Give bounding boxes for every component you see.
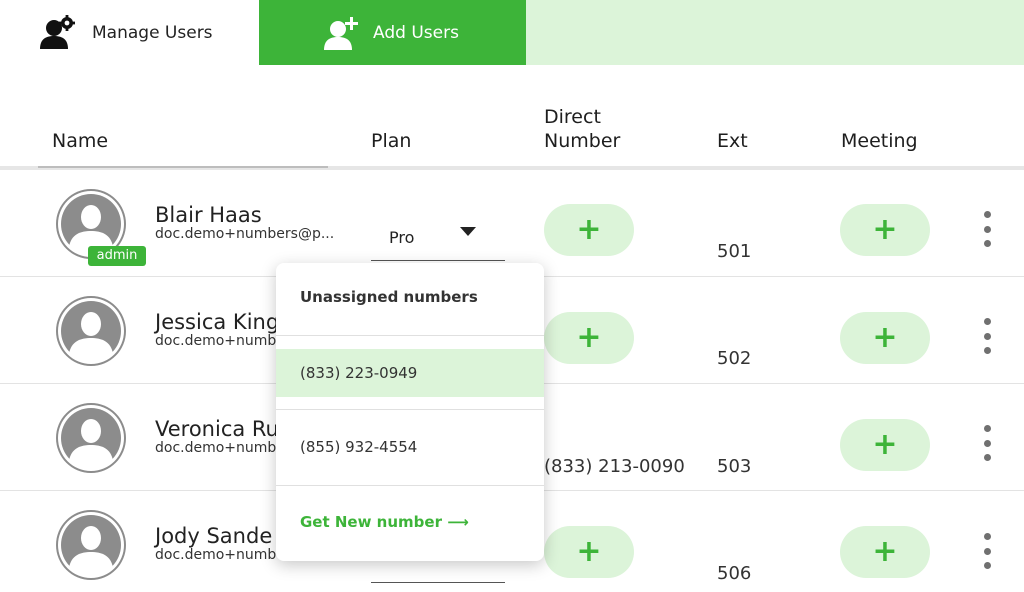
more-options-icon[interactable] (980, 425, 994, 461)
user-name: Blair Haas (155, 203, 262, 227)
unassigned-numbers-dropdown: Unassigned numbers (833) 223-0949 (855) … (276, 263, 544, 561)
get-new-number-link[interactable]: Get New number ⟶ (300, 513, 469, 531)
dropdown-option-number[interactable]: (855) 932-4554 (276, 423, 544, 471)
dropdown-option-number[interactable]: (833) 223-0949 (276, 349, 544, 397)
more-options-icon[interactable] (980, 318, 994, 354)
plan-select-underline (371, 582, 505, 583)
tab-add-users[interactable]: Add Users (259, 0, 526, 65)
user-silhouette-icon (58, 512, 124, 578)
dropdown-divider (276, 485, 544, 486)
avatar (56, 296, 126, 366)
add-meeting-button[interactable]: + (840, 526, 930, 578)
plan-select-value[interactable]: Pro (389, 228, 414, 247)
chevron-down-icon[interactable] (460, 227, 476, 236)
add-direct-number-button[interactable]: + (544, 204, 634, 256)
user-email: doc.demo+numbers@p... (155, 226, 335, 242)
user-name: Jessica King (155, 310, 280, 334)
header-divider-accent (38, 166, 328, 168)
user-ext: 506 (717, 563, 752, 584)
user-ext: 502 (717, 348, 752, 369)
dropdown-header: Unassigned numbers (300, 288, 478, 306)
add-meeting-button[interactable]: + (840, 419, 930, 471)
column-header-plan: Plan (371, 130, 412, 152)
add-direct-number-button[interactable]: + (544, 526, 634, 578)
user-ext: 503 (717, 456, 752, 477)
column-header-direct-line1: Direct (544, 106, 601, 128)
more-options-icon[interactable] (980, 533, 994, 569)
add-meeting-button[interactable]: + (840, 312, 930, 364)
add-meeting-button[interactable]: + (840, 204, 930, 256)
plus-icon: + (872, 427, 898, 462)
avatar (56, 510, 126, 580)
user-gear-icon (40, 14, 75, 49)
plus-icon: + (576, 534, 602, 569)
avatar (56, 403, 126, 473)
tab-add-users-label: Add Users (373, 22, 459, 43)
user-ext: 501 (717, 241, 752, 262)
column-header-direct-line2: Number (544, 130, 621, 152)
column-header-name: Name (52, 130, 109, 152)
add-user-icon (324, 16, 358, 50)
user-silhouette-icon (58, 405, 124, 471)
user-name: Jody Sande (155, 524, 273, 548)
tab-bar: Manage Users Add Users (0, 0, 1024, 65)
direct-number: (833) 213-0090 (544, 456, 685, 477)
column-header-ext: Ext (717, 130, 748, 152)
plus-icon: + (872, 212, 898, 247)
plan-select-underline (371, 260, 505, 261)
tab-bar-filler (526, 0, 1024, 65)
column-header-meeting: Meeting (841, 130, 918, 152)
tab-manage-users-label: Manage Users (92, 22, 213, 43)
plus-icon: + (576, 212, 602, 247)
user-name: Veronica Ru (155, 417, 279, 441)
plus-icon: + (872, 534, 898, 569)
dropdown-divider (276, 335, 544, 336)
plus-icon: + (576, 320, 602, 355)
plus-icon: + (872, 320, 898, 355)
user-silhouette-icon (58, 298, 124, 364)
admin-badge: admin (88, 246, 146, 266)
dropdown-divider (276, 409, 544, 410)
more-options-icon[interactable] (980, 211, 994, 247)
add-direct-number-button[interactable]: + (544, 312, 634, 364)
tab-manage-users[interactable]: Manage Users (0, 0, 259, 65)
